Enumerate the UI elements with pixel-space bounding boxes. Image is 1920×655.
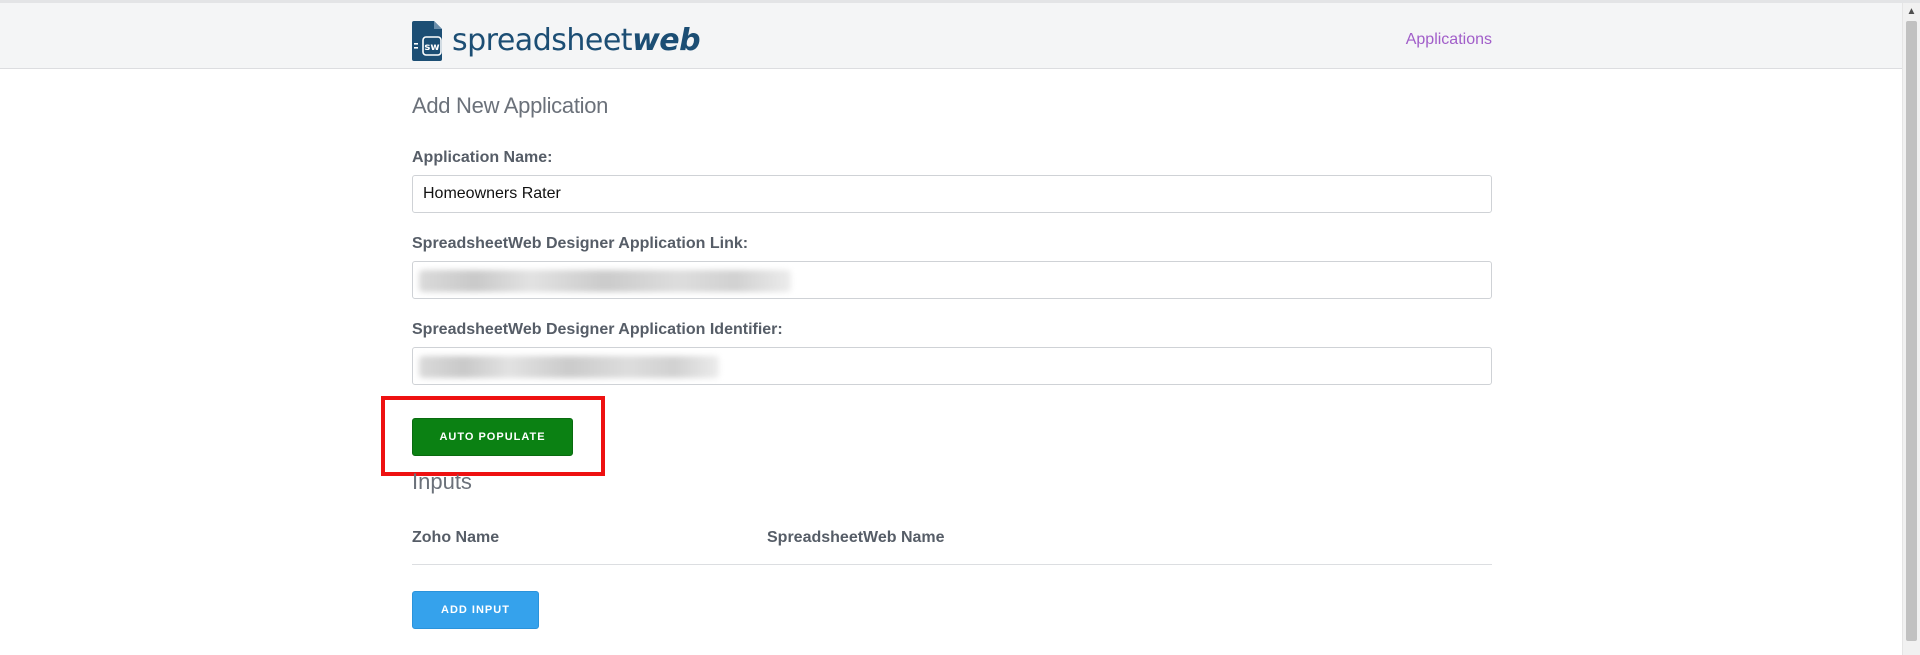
- designer-id-input[interactable]: [412, 347, 1492, 385]
- top-navbar: sw spreadsheet web Applications: [0, 3, 1902, 69]
- vertical-scrollbar[interactable]: ▲: [1902, 3, 1920, 655]
- brand-name-light: spreadsheet: [452, 23, 633, 58]
- document-sheet-icon: sw: [412, 21, 442, 61]
- column-spreadsheetweb-name: SpreadsheetWeb Name: [767, 529, 945, 546]
- brand-logo[interactable]: sw spreadsheet web: [412, 20, 701, 62]
- brand-name-bold: web: [632, 23, 701, 58]
- inputs-table-header: Zoho Name SpreadsheetWeb Name: [412, 529, 1492, 565]
- column-zoho-name: Zoho Name: [412, 529, 500, 546]
- logo-badge-text: sw: [424, 42, 439, 53]
- brand-name: spreadsheet web: [452, 23, 701, 58]
- designer-id-label: SpreadsheetWeb Designer Application Iden…: [412, 321, 783, 338]
- redacted-value: [419, 356, 719, 378]
- redacted-value: [419, 270, 791, 292]
- inputs-section-title: Inputs: [412, 469, 472, 494]
- applications-link[interactable]: Applications: [1406, 31, 1492, 49]
- add-input-button[interactable]: ADD INPUT: [412, 591, 539, 629]
- scroll-thumb[interactable]: [1906, 21, 1917, 641]
- app-name-label: Application Name:: [412, 149, 553, 166]
- designer-link-input[interactable]: [412, 261, 1492, 299]
- main-content: Add New Application Application Name: Sp…: [381, 69, 1492, 629]
- app-name-input[interactable]: [412, 175, 1492, 213]
- designer-link-label: SpreadsheetWeb Designer Application Link…: [412, 235, 749, 252]
- chevron-up-icon[interactable]: ▲: [1903, 3, 1920, 20]
- page-title: Add New Application: [412, 93, 609, 118]
- auto-populate-button[interactable]: AUTO POPULATE: [412, 418, 573, 456]
- page: sw spreadsheet web Applications Add New A…: [0, 0, 1920, 655]
